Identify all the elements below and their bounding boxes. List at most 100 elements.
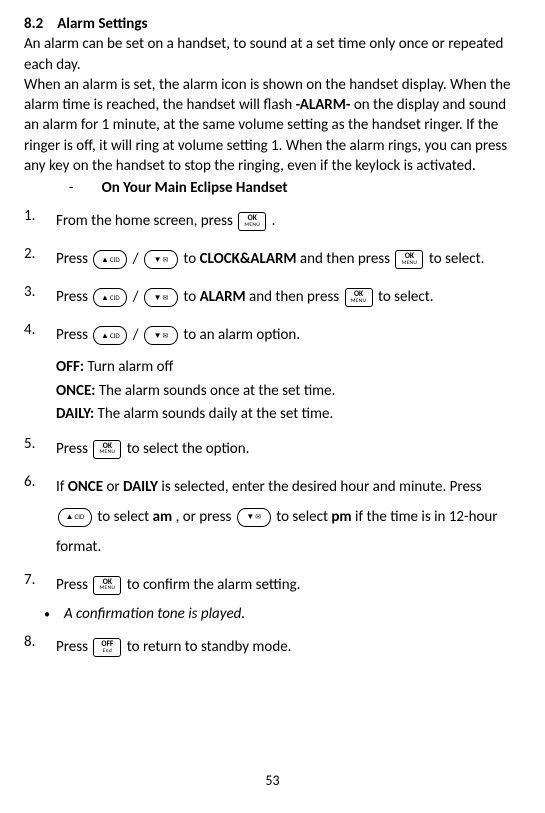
intro-paragraph-1: An alarm can be set on a handset, to sou… [24, 34, 521, 75]
arrow-icon: ▼ [246, 509, 254, 525]
bold-text: CLOCK&ALARM [200, 250, 297, 268]
text: Press [56, 576, 91, 594]
bullet-icon: • [44, 607, 50, 623]
step-body: Press OKMENU to confirm the alarm settin… [56, 570, 521, 600]
key-label: ✉ [162, 329, 168, 343]
up-key-icon: ▲CID [58, 508, 92, 527]
arrow-icon: ▲ [101, 252, 109, 268]
step-num: 3. [24, 282, 56, 302]
step-8: 8. Press OFFEnd to return to standby mod… [24, 632, 521, 662]
key-label-bottom: MENU [100, 586, 116, 592]
step-4: 4. Press ▲CID / ▼✉ to an alarm option. [24, 320, 521, 350]
text: and then press [300, 250, 393, 268]
intro-paragraph-2: When an alarm is set, the alarm icon is … [24, 75, 521, 176]
option-label: DAILY: [56, 405, 94, 423]
section-heading: 8.2Alarm Settings [24, 14, 521, 34]
arrow-icon: ▼ [154, 252, 162, 268]
step-body: Press ▲CID / ▼✉ to CLOCK&ALARM and then … [56, 244, 521, 274]
step-7: 7. Press OKMENU to confirm the alarm set… [24, 570, 521, 600]
ok-menu-key-icon: OKMENU [93, 440, 121, 459]
step-num: 4. [24, 320, 56, 340]
option-text: Turn alarm off [84, 358, 173, 376]
arrow-icon: ▲ [101, 290, 109, 306]
option-text: The alarm sounds once at the set time. [95, 382, 335, 400]
step-num: 2. [24, 244, 56, 264]
text: and then press [249, 288, 342, 306]
text: Press [56, 440, 91, 458]
steps-list: 1. From the home screen, press OKMENU . … [24, 206, 521, 350]
down-key-icon: ▼✉ [144, 250, 178, 269]
option-label: ONCE: [56, 382, 95, 400]
text: to confirm the alarm setting. [127, 576, 301, 594]
down-key-icon: ▼✉ [144, 326, 178, 345]
confirmation-note: • A confirmation tone is played. [24, 604, 521, 624]
step-num: 6. [24, 472, 56, 492]
step-1: 1. From the home screen, press OKMENU . [24, 206, 521, 236]
step-num: 5. [24, 434, 56, 454]
key-label: ✉ [162, 253, 168, 267]
step-body: Press OKMENU to select the option. [56, 434, 521, 464]
text: From the home screen, press [56, 212, 236, 230]
step-num: 7. [24, 570, 56, 590]
text: to select [97, 508, 152, 526]
key-label-bottom: MENU [402, 261, 418, 267]
text: to return to standby mode. [127, 638, 292, 656]
text: If [56, 478, 68, 496]
text: Press [56, 638, 91, 656]
step-5: 5. Press OKMENU to select the option. [24, 434, 521, 464]
option-text: The alarm sounds daily at the set time. [94, 405, 333, 423]
text: . [272, 212, 276, 230]
page-number: 53 [0, 772, 545, 791]
text: to select. [378, 288, 434, 306]
step-body: If ONCE or DAILY is selected, enter the … [56, 472, 521, 562]
text: to select [276, 508, 331, 526]
option-off: OFF: Turn alarm off [56, 356, 521, 379]
text: is selected, enter the desired hour and … [161, 478, 481, 496]
down-key-icon: ▼✉ [237, 508, 271, 527]
text: / [133, 288, 142, 306]
key-label: CID [75, 510, 85, 524]
text: to an alarm option. [183, 326, 300, 344]
text: to [183, 288, 199, 306]
arrow-icon: ▲ [101, 328, 109, 344]
key-label: CID [110, 329, 120, 343]
option-once: ONCE: The alarm sounds once at the set t… [56, 380, 521, 403]
text: / [133, 326, 142, 344]
key-label-bottom: MENU [351, 299, 367, 305]
step-body: Press OFFEnd to return to standby mode. [56, 632, 521, 662]
key-label: ✉ [162, 291, 168, 305]
bold-text: ONCE [68, 478, 103, 496]
ok-menu-key-icon: OKMENU [238, 212, 266, 231]
step-num: 1. [24, 206, 56, 226]
text: to select. [429, 250, 485, 268]
step-body: Press ▲CID / ▼✉ to an alarm option. [56, 320, 521, 350]
text: Press [56, 250, 91, 268]
text: / [133, 250, 142, 268]
bold-text: ALARM [200, 288, 246, 306]
ok-menu-key-icon: OKMENU [395, 250, 423, 269]
note-text: A confirmation tone is played. [64, 604, 245, 624]
up-key-icon: ▲CID [93, 288, 127, 307]
option-label: OFF: [56, 358, 84, 376]
option-daily: DAILY: The alarm sounds daily at the set… [56, 403, 521, 426]
bold-text: DAILY [123, 478, 158, 496]
alarm-options: OFF: Turn alarm off ONCE: The alarm soun… [24, 356, 521, 426]
up-key-icon: ▲CID [93, 250, 127, 269]
key-label-bottom: End [103, 649, 112, 655]
step-3: 3. Press ▲CID / ▼✉ to ALARM and then pre… [24, 282, 521, 312]
dash-bullet: - [69, 178, 74, 198]
step-body: From the home screen, press OKMENU . [56, 206, 521, 236]
intro-p2-bold: -ALARM- [296, 96, 351, 114]
key-label: ✉ [255, 510, 261, 524]
up-key-icon: ▲CID [93, 326, 127, 345]
text: or [106, 478, 123, 496]
key-label-bottom: MENU [244, 223, 260, 229]
arrow-icon: ▼ [154, 290, 162, 306]
down-key-icon: ▼✉ [144, 288, 178, 307]
text: , or press [176, 508, 235, 526]
step-6: 6. If ONCE or DAILY is selected, enter t… [24, 472, 521, 562]
arrow-icon: ▲ [66, 509, 74, 525]
steps-list-3: 8. Press OFFEnd to return to standby mod… [24, 632, 521, 662]
step-num: 8. [24, 632, 56, 652]
ok-menu-key-icon: OKMENU [345, 288, 373, 307]
